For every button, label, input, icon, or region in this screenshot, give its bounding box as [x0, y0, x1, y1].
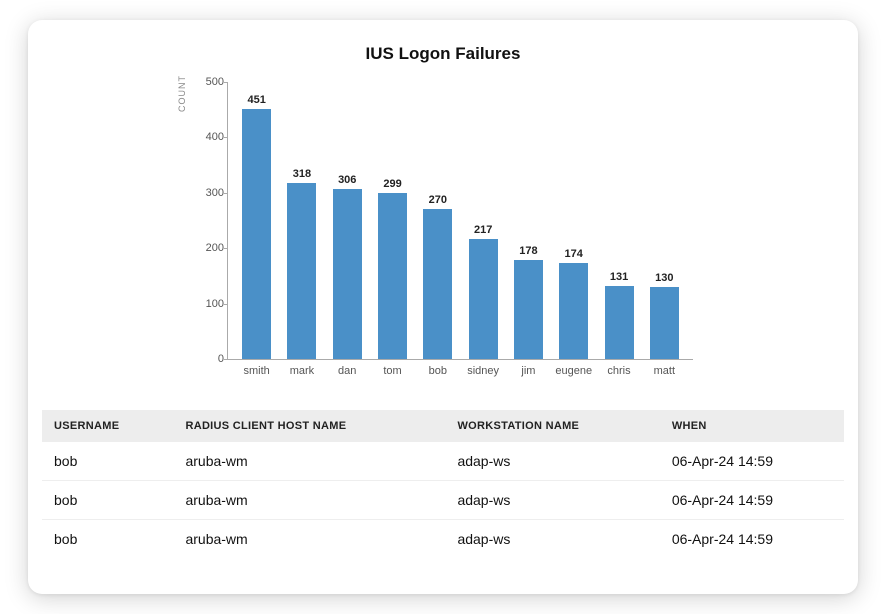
bar-category-label: eugene: [555, 365, 592, 377]
bar-slot: 451smith: [234, 82, 279, 359]
col-when: WHEN: [660, 410, 844, 442]
report-card: IUS Logon Failures COUNT 451smith318mark…: [28, 20, 858, 594]
cell-radius: aruba-wm: [173, 442, 445, 481]
cell-when: 06-Apr-24 14:59: [660, 481, 844, 520]
y-tick: 300: [194, 187, 224, 199]
bar: [242, 109, 271, 359]
bar-category-label: matt: [654, 365, 675, 377]
bar: [514, 260, 543, 359]
bars-group: 451smith318mark306dan299tom270bob217sidn…: [228, 82, 693, 359]
bar-slot: 299tom: [370, 82, 415, 359]
bar-category-label: dan: [338, 365, 356, 377]
bar-slot: 217sidney: [460, 82, 505, 359]
bar-slot: 178jim: [506, 82, 551, 359]
bar-slot: 174eugene: [551, 82, 596, 359]
bar-value-label: 130: [655, 272, 673, 284]
y-tick: 0: [194, 353, 224, 365]
bar-slot: 130matt: [642, 82, 687, 359]
bar-category-label: chris: [607, 365, 630, 377]
bar-value-label: 178: [519, 245, 537, 257]
bar-chart: COUNT 451smith318mark306dan299tom270bob2…: [183, 72, 703, 392]
bar-value-label: 217: [474, 224, 492, 236]
bar-value-label: 131: [610, 271, 628, 283]
y-axis-label: COUNT: [177, 75, 187, 112]
bar-category-label: jim: [521, 365, 535, 377]
y-tick: 200: [194, 242, 224, 254]
bar: [378, 193, 407, 359]
table-row: bobaruba-wmadap-ws06-Apr-24 14:59: [42, 442, 844, 481]
bar: [333, 189, 362, 359]
bar-slot: 318mark: [279, 82, 324, 359]
details-table: USERNAME RADIUS CLIENT HOST NAME WORKSTA…: [42, 410, 844, 558]
table-row: bobaruba-wmadap-ws06-Apr-24 14:59: [42, 520, 844, 559]
col-workstation: WORKSTATION NAME: [445, 410, 659, 442]
bar-slot: 131chris: [596, 82, 641, 359]
cell-radius: aruba-wm: [173, 520, 445, 559]
cell-workstation: adap-ws: [445, 481, 659, 520]
bar-category-label: tom: [383, 365, 401, 377]
bar-value-label: 306: [338, 174, 356, 186]
page-title: IUS Logon Failures: [42, 44, 844, 64]
bar-slot: 306dan: [325, 82, 370, 359]
bar: [650, 287, 679, 359]
cell-when: 06-Apr-24 14:59: [660, 442, 844, 481]
bar-value-label: 270: [429, 194, 447, 206]
y-tick: 400: [194, 131, 224, 143]
y-tick: 100: [194, 298, 224, 310]
cell-workstation: adap-ws: [445, 520, 659, 559]
cell-username: bob: [42, 520, 173, 559]
col-username: USERNAME: [42, 410, 173, 442]
cell-when: 06-Apr-24 14:59: [660, 520, 844, 559]
table-row: bobaruba-wmadap-ws06-Apr-24 14:59: [42, 481, 844, 520]
bar: [287, 183, 316, 359]
bar-value-label: 318: [293, 168, 311, 180]
chart-container: COUNT 451smith318mark306dan299tom270bob2…: [42, 72, 844, 392]
cell-workstation: adap-ws: [445, 442, 659, 481]
bar-category-label: mark: [290, 365, 314, 377]
cell-username: bob: [42, 481, 173, 520]
bar-value-label: 174: [565, 248, 583, 260]
table-header-row: USERNAME RADIUS CLIENT HOST NAME WORKSTA…: [42, 410, 844, 442]
bar-slot: 270bob: [415, 82, 460, 359]
bar-category-label: bob: [429, 365, 447, 377]
bar-value-label: 299: [383, 178, 401, 190]
bar-value-label: 451: [247, 94, 265, 106]
bar: [605, 286, 634, 359]
col-radius-client: RADIUS CLIENT HOST NAME: [173, 410, 445, 442]
bar: [559, 263, 588, 359]
bar-category-label: sidney: [467, 365, 499, 377]
bar: [423, 209, 452, 359]
bar-category-label: smith: [244, 365, 270, 377]
plot-area: 451smith318mark306dan299tom270bob217sidn…: [227, 82, 693, 360]
y-tick: 500: [194, 76, 224, 88]
cell-radius: aruba-wm: [173, 481, 445, 520]
bar: [469, 239, 498, 359]
cell-username: bob: [42, 442, 173, 481]
